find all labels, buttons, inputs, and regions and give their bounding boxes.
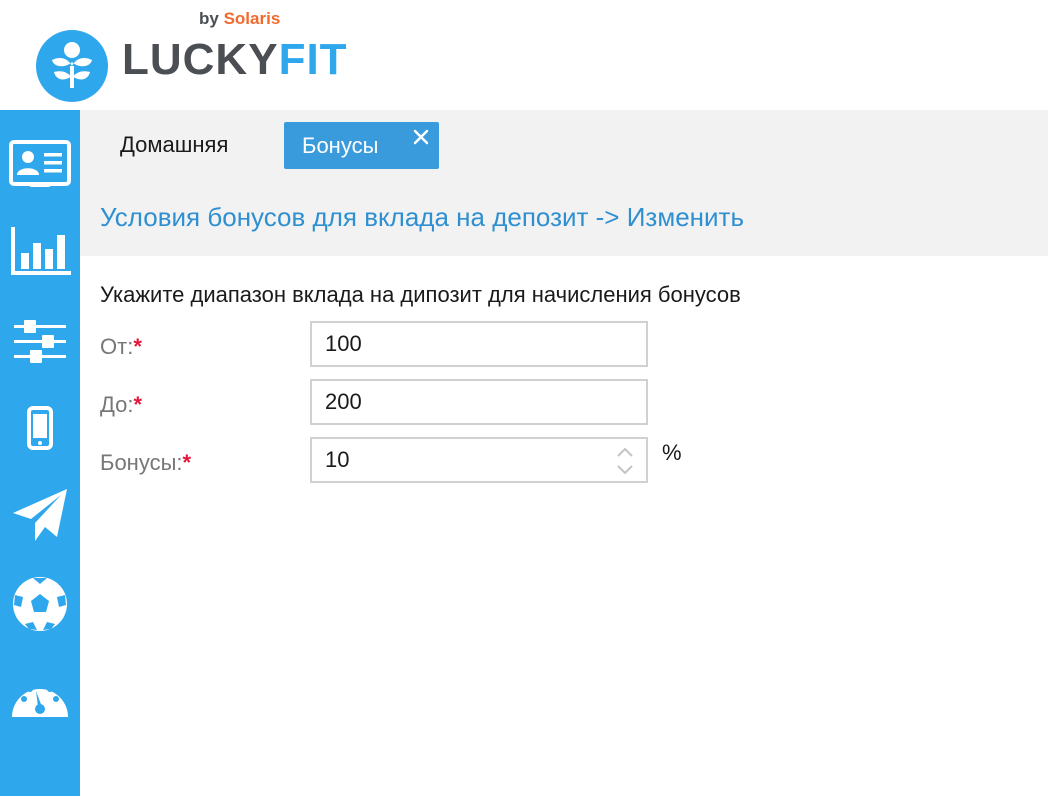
tab-home[interactable]: Домашняя xyxy=(120,132,228,158)
brand-name-part2: FIT xyxy=(278,35,348,84)
percent-suffix: % xyxy=(662,440,682,465)
to-label-text: До: xyxy=(100,392,134,417)
paper-plane-icon xyxy=(13,489,67,541)
sidebar-item-profile[interactable] xyxy=(0,124,80,204)
required-mark: * xyxy=(133,392,143,417)
bonus-label-text: Бонусы: xyxy=(100,450,183,475)
sliders-icon xyxy=(14,320,66,363)
sidebar-item-statistics[interactable] xyxy=(0,212,80,292)
sidebar-item-messages[interactable] xyxy=(0,476,80,556)
luckyfit-logo-icon xyxy=(36,30,108,102)
brand-byline: by Solaris xyxy=(199,10,280,27)
sidebar-item-dashboard[interactable] xyxy=(0,656,80,736)
form-description: Укажите диапазон вклада на дипозит для н… xyxy=(100,282,741,307)
page-title: Условия бонусов для вклада на депозит ->… xyxy=(100,202,744,232)
bar-chart-icon xyxy=(11,227,71,275)
number-spinner-icon[interactable] xyxy=(614,445,636,477)
required-mark: * xyxy=(133,334,142,359)
required-mark: * xyxy=(182,450,192,475)
sidebar-item-mobile[interactable] xyxy=(0,388,80,468)
to-label: До:* xyxy=(100,392,142,418)
sidebar xyxy=(0,110,80,796)
speedometer-icon xyxy=(12,682,68,717)
bonus-input[interactable]: 10 xyxy=(310,437,648,483)
id-card-icon xyxy=(9,140,71,187)
sidebar-item-settings[interactable] xyxy=(0,302,80,382)
brand-name: LUCKYFIT xyxy=(122,38,348,82)
to-input[interactable]: 200 xyxy=(310,379,648,425)
soccer-ball-icon xyxy=(13,577,67,631)
bonus-input-value: 10 xyxy=(325,447,350,472)
sidebar-item-sports[interactable] xyxy=(0,564,80,644)
brand-by-label: by xyxy=(199,9,219,28)
page-title-bar: Условия бонусов для вклада на депозит ->… xyxy=(80,180,1048,256)
tab-bonuses[interactable]: Бонусы xyxy=(284,122,439,169)
brand-company: Solaris xyxy=(223,9,281,28)
header: LUCKYFIT by Solaris xyxy=(0,0,1048,110)
from-input[interactable]: 100 xyxy=(310,321,648,367)
close-icon[interactable] xyxy=(412,128,430,146)
tab-bar: Домашняя Бонусы xyxy=(80,110,1048,180)
tab-bonuses-label: Бонусы xyxy=(302,133,379,158)
bonus-label: Бонусы:* xyxy=(100,450,191,476)
from-label-text: От: xyxy=(100,334,134,359)
from-label: От:* xyxy=(100,334,142,360)
mobile-phone-icon xyxy=(27,406,53,450)
brand-name-part1: LUCKY xyxy=(122,35,279,84)
